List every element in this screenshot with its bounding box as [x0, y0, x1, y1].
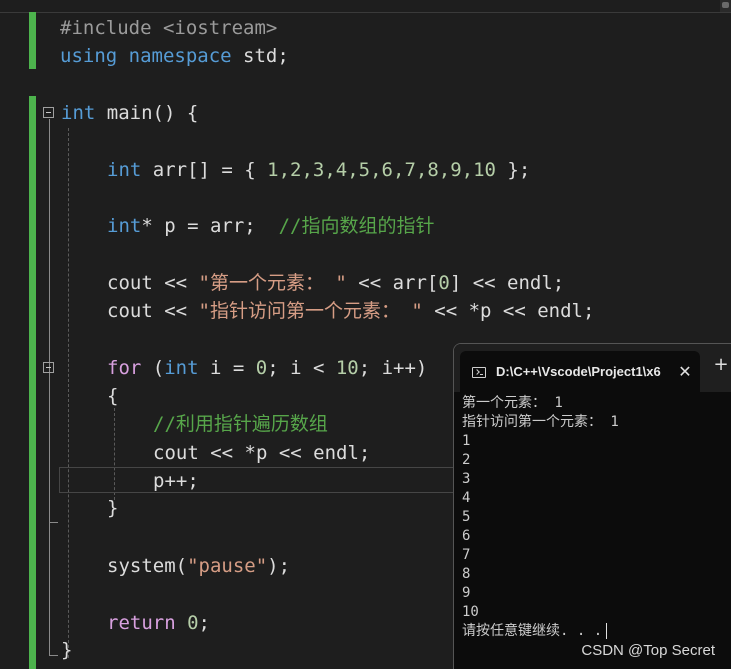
- code-line-pointer[interactable]: int* p = arr; //指向数组的指针: [107, 212, 435, 240]
- watermark: CSDN @Top Secret: [581, 642, 715, 659]
- code-line-using[interactable]: using namespace std;: [60, 42, 289, 70]
- code-line-cout-deref[interactable]: cout << *p << endl;: [153, 439, 370, 467]
- terminal-tab[interactable]: D:\C++\Vscode\Project1\x6 ✕: [460, 351, 700, 392]
- string-literal: "pause": [187, 555, 268, 577]
- terminal-line: 2: [462, 452, 471, 468]
- code-line-array[interactable]: int arr[] = { 1,2,3,4,5,6,7,8,9,10 };: [107, 156, 530, 184]
- code-line-comment-loop[interactable]: //利用指针遍历数组: [153, 410, 328, 438]
- main-signature: main() {: [95, 102, 199, 124]
- current-line-highlight: [59, 467, 459, 493]
- new-tab-icon[interactable]: +: [710, 354, 731, 376]
- code-line-main[interactable]: int main() {: [61, 99, 198, 127]
- terminal-line: 7: [462, 547, 471, 563]
- terminal-line: 8: [462, 566, 471, 582]
- for-condition: ; i <: [267, 357, 336, 379]
- number-literal: 10: [335, 357, 359, 379]
- keyword-for: for: [107, 357, 142, 379]
- terminal-window[interactable]: D:\C++\Vscode\Project1\x6 ✕ + 第一个元素： 1 指…: [453, 343, 731, 669]
- array-index: 0: [438, 272, 450, 294]
- increment-statement: p++;: [153, 470, 199, 492]
- code-line-return[interactable]: return 0;: [107, 609, 210, 637]
- comment-pointer: //指向数组的指针: [278, 215, 435, 237]
- indent-guide: [68, 128, 69, 658]
- brace: {: [107, 385, 119, 407]
- number-literal: 0: [255, 357, 268, 379]
- fold-region-line: [49, 374, 50, 522]
- preprocessor-directive: #include: [60, 17, 152, 39]
- keyword-namespace: namespace: [128, 45, 232, 67]
- collapse-main-icon[interactable]: [43, 107, 54, 118]
- cout-stream: cout <<: [107, 272, 199, 294]
- call-end: );: [267, 555, 291, 577]
- terminal-line: 指针访问第一个元素： 1: [462, 414, 619, 430]
- array-declaration: arr[] = {: [141, 159, 268, 181]
- code-line-close-brace[interactable]: }: [107, 494, 118, 522]
- terminal-line: 10: [462, 604, 479, 620]
- keyword-return: return: [107, 612, 176, 634]
- fold-end-marker: [49, 522, 58, 523]
- code-line-cout-first[interactable]: cout << "第一个元素： " << arr[0] << endl;: [107, 269, 564, 297]
- keyword-int: int: [107, 215, 142, 237]
- code-line-increment[interactable]: p++;: [153, 467, 199, 495]
- change-bar: [29, 12, 36, 69]
- keyword-int: int: [61, 102, 96, 124]
- terminal-tab-title: D:\C++\Vscode\Project1\x6: [496, 364, 661, 379]
- brace: }: [61, 639, 73, 661]
- array-access: << arr[: [346, 272, 439, 294]
- cout-stream: cout <<: [107, 300, 199, 322]
- string-literal: "第一个元素： ": [198, 272, 347, 294]
- terminal-line: 1: [462, 433, 471, 449]
- scrollbar-thumb[interactable]: [720, 0, 731, 12]
- keyword-using: using: [60, 45, 118, 67]
- close-icon[interactable]: ✕: [674, 361, 696, 383]
- code-line-main-close[interactable]: }: [61, 636, 72, 664]
- stream-end: << *p << endl;: [422, 300, 595, 322]
- keyword-int: int: [107, 159, 142, 181]
- namespace-name: std;: [231, 45, 289, 67]
- cout-statement: cout << *p << endl;: [153, 442, 371, 464]
- terminal-line: 第一个元素： 1: [462, 395, 563, 411]
- array-close: };: [495, 159, 531, 181]
- include-header: <iostream>: [162, 17, 278, 39]
- code-line-for[interactable]: for (int i = 0; i < 10; i++): [107, 354, 427, 382]
- code-line-include[interactable]: #include <iostream>: [60, 14, 277, 42]
- terminal-prompt-line: 请按任意键继续. . .: [462, 622, 728, 641]
- pause-prompt: 请按任意键继续. . .: [462, 623, 603, 639]
- statement-end: ;: [198, 612, 210, 634]
- pointer-declaration: * p = arr;: [141, 215, 279, 237]
- terminal-line: 5: [462, 509, 471, 525]
- array-values: 1,2,3,4,5,6,7,8,9,10: [267, 159, 496, 181]
- terminal-line: 6: [462, 528, 471, 544]
- stream-end: ] << endl;: [449, 272, 565, 294]
- system-call: system(: [107, 555, 188, 577]
- code-line-cout-pointer[interactable]: cout << "指针访问第一个元素： " << *p << endl;: [107, 297, 594, 325]
- editor-top-border: [0, 12, 731, 13]
- brace: }: [107, 497, 119, 519]
- code-line-open-brace[interactable]: {: [107, 382, 118, 410]
- terminal-icon: [472, 367, 486, 378]
- for-open: (: [141, 357, 165, 379]
- terminal-line: 3: [462, 471, 471, 487]
- string-literal: "指针访问第一个元素： ": [198, 300, 423, 322]
- comment-loop: //利用指针遍历数组: [153, 413, 328, 435]
- terminal-line: 4: [462, 490, 471, 506]
- code-line-system[interactable]: system("pause");: [107, 552, 290, 580]
- keyword-int: int: [164, 357, 199, 379]
- collapse-for-icon[interactable]: [43, 362, 54, 373]
- for-init: i =: [198, 357, 256, 379]
- terminal-line: 9: [462, 585, 471, 601]
- terminal-titlebar[interactable]: D:\C++\Vscode\Project1\x6 ✕ +: [454, 344, 731, 392]
- change-bar: [29, 96, 36, 669]
- fold-end-marker: [49, 655, 58, 656]
- for-increment: ; i++): [358, 357, 428, 379]
- text-cursor: [606, 623, 608, 639]
- number-literal: 0: [187, 612, 199, 634]
- terminal-output[interactable]: 第一个元素： 1 指针访问第一个元素： 1 1 2 3 4 5 6 7 8 9 …: [462, 394, 728, 641]
